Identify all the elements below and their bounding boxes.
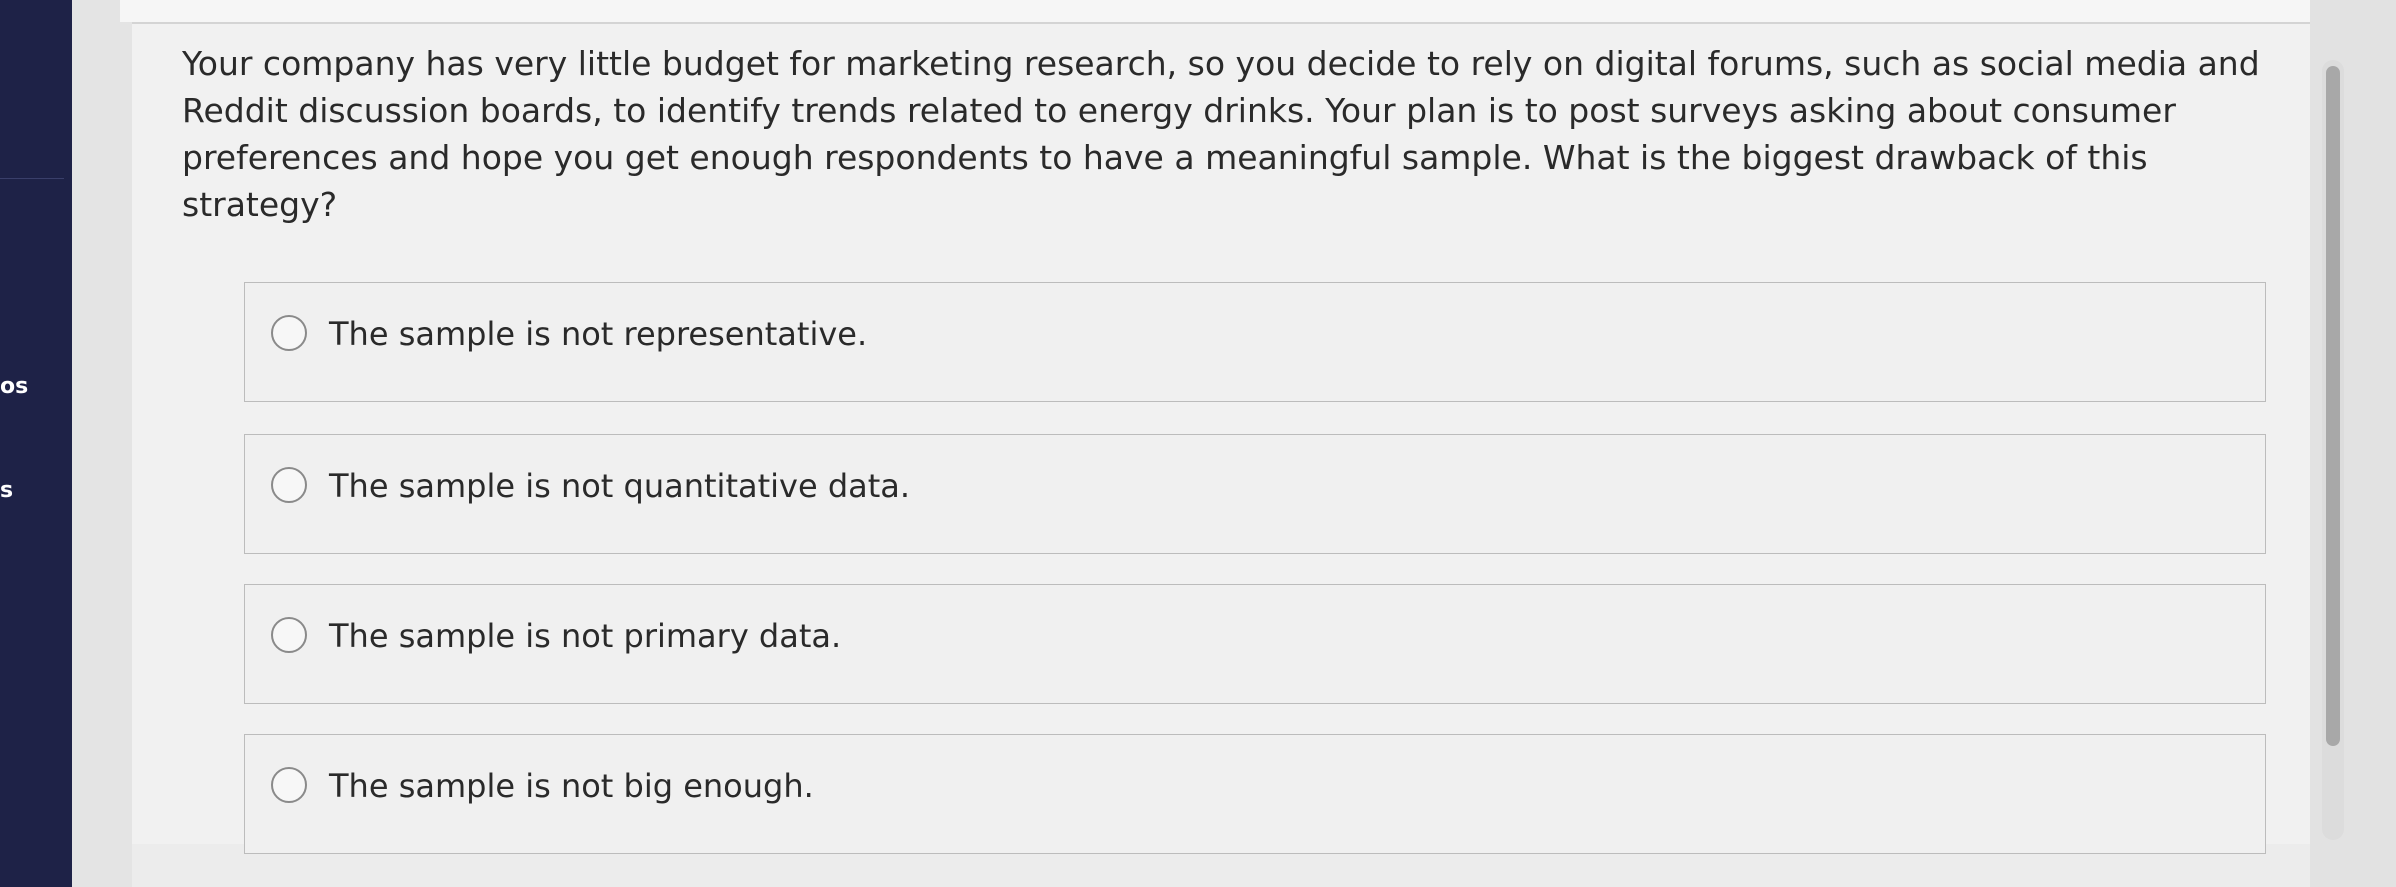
answer-option[interactable]: The sample is not representative. <box>244 282 2266 402</box>
content-gutter <box>72 0 132 887</box>
answer-option-label[interactable]: The sample is not big enough. <box>329 767 814 805</box>
scrollbar-thumb[interactable] <box>2326 66 2340 746</box>
answer-option[interactable]: The sample is not primary data. <box>244 584 2266 704</box>
nav-item-fragment[interactable]: s <box>0 478 13 503</box>
question-text: Your company has very little budget for … <box>182 44 2260 224</box>
answer-option[interactable]: The sample is not quantitative data. <box>244 434 2266 554</box>
answer-option-label[interactable]: The sample is not representative. <box>329 315 867 353</box>
nav-item-fragment[interactable]: os <box>0 374 28 399</box>
left-navigation: os s <box>0 0 72 887</box>
radio-unchecked-icon[interactable] <box>271 617 307 653</box>
answer-option[interactable]: The sample is not big enough. <box>244 734 2266 854</box>
top-strip <box>120 0 2356 22</box>
answer-option-label[interactable]: The sample is not primary data. <box>329 617 841 655</box>
nav-divider <box>0 178 64 179</box>
radio-unchecked-icon[interactable] <box>271 467 307 503</box>
answer-option-label[interactable]: The sample is not quantitative data. <box>329 467 910 505</box>
page: os s Your company has very little budget… <box>0 0 2396 887</box>
radio-unchecked-icon[interactable] <box>271 315 307 351</box>
radio-unchecked-icon[interactable] <box>271 767 307 803</box>
